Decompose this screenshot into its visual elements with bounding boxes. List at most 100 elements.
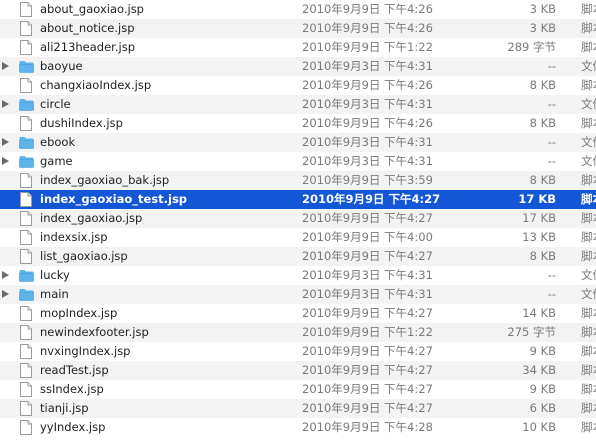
file-date: 2010年9月9日 下午4:26 [302,21,433,35]
file-date: 2010年9月9日 下午4:27 [302,306,433,320]
document-icon [19,116,33,131]
file-kind: 脚本 [581,306,596,320]
file-date: 2010年9月3日 下午4:31 [302,135,433,149]
file-name: about_gaoxiao.jsp [40,2,144,16]
disclosure-triangle-icon[interactable] [2,62,9,70]
document-icon [19,382,33,397]
document-icon [19,306,33,321]
document-icon [19,2,33,17]
folder-row[interactable]: circle 2010年9月3日 下午4:31 -- 文件 [0,95,596,114]
file-row[interactable]: readTest.jsp 2010年9月9日 下午4:27 34 KB 脚本 [0,361,596,380]
file-row[interactable]: changxiaoIndex.jsp 2010年9月9日 下午4:26 8 KB… [0,76,596,95]
file-kind: 脚本 [581,40,596,54]
file-name: lucky [40,268,70,282]
file-kind: 脚本 [581,116,596,130]
file-name: mopIndex.jsp [40,306,118,320]
file-size: 34 KB [522,363,556,377]
file-date: 2010年9月9日 下午4:27 [302,249,433,263]
file-size: 9 KB [529,344,556,358]
file-kind: 脚本 [581,401,596,415]
folder-icon [19,269,34,284]
file-size: 9 KB [529,382,556,396]
folder-row[interactable]: lucky 2010年9月3日 下午4:31 -- 文件 [0,266,596,285]
file-row[interactable]: newindexfooter.jsp 2010年9月9日 下午1:22 275 … [0,323,596,342]
file-kind: 脚本 [581,173,596,187]
file-name: index_gaoxiao.jsp [40,211,143,225]
disclosure-triangle-icon[interactable] [2,290,9,298]
file-size: -- [547,135,556,149]
file-list: about_gaoxiao.jsp 2010年9月9日 下午4:26 3 KB … [0,0,596,448]
document-icon [19,325,33,340]
file-row[interactable]: list_gaoxiao.jsp 2010年9月9日 下午4:27 8 KB 脚… [0,247,596,266]
file-size: 13 KB [522,230,556,244]
file-kind: 脚本 [581,192,596,206]
folder-row[interactable]: baoyue 2010年9月3日 下午4:31 -- 文件 [0,57,596,76]
file-date: 2010年9月9日 下午1:22 [302,325,433,339]
file-row[interactable]: tianji.jsp 2010年9月9日 下午4:27 6 KB 脚本 [0,399,596,418]
file-row[interactable]: index_gaoxiao_test.jsp 2010年9月9日 下午4:27 … [0,190,596,209]
file-row[interactable]: ali213header.jsp 2010年9月9日 下午1:22 289 字节… [0,38,596,57]
file-name: about_notice.jsp [40,21,135,35]
file-date: 2010年9月9日 下午4:27 [302,211,433,225]
file-date: 2010年9月3日 下午4:31 [302,97,433,111]
document-icon [19,78,33,93]
file-row[interactable]: dushiIndex.jsp 2010年9月9日 下午4:26 8 KB 脚本 [0,114,596,133]
file-date: 2010年9月9日 下午1:22 [302,40,433,54]
file-name: readTest.jsp [40,363,109,377]
file-size: 8 KB [529,116,556,130]
file-size: -- [547,287,556,301]
file-name: baoyue [40,59,83,73]
file-kind: 脚本 [581,249,596,263]
file-kind: 文件 [581,97,596,111]
file-kind: 脚本 [581,2,596,16]
file-name: circle [40,97,71,111]
file-row[interactable]: about_gaoxiao.jsp 2010年9月9日 下午4:26 3 KB … [0,0,596,19]
folder-row[interactable]: main 2010年9月3日 下午4:31 -- 文件 [0,285,596,304]
file-kind: 脚本 [581,382,596,396]
file-date: 2010年9月9日 下午4:26 [302,78,433,92]
file-size: 6 KB [529,401,556,415]
disclosure-triangle-icon[interactable] [2,271,9,279]
document-icon [19,344,33,359]
folder-row[interactable]: game 2010年9月3日 下午4:31 -- 文件 [0,152,596,171]
folder-icon [19,155,34,170]
file-size: -- [547,59,556,73]
file-kind: 文件 [581,268,596,282]
file-kind: 脚本 [581,78,596,92]
file-date: 2010年9月9日 下午4:00 [302,230,433,244]
document-icon [19,192,33,207]
file-row[interactable]: yyIndex.jsp 2010年9月9日 下午4:28 10 KB 脚本 [0,418,596,437]
file-row[interactable]: mopIndex.jsp 2010年9月9日 下午4:27 14 KB 脚本 [0,304,596,323]
file-name: nvxingIndex.jsp [40,344,131,358]
file-kind: 脚本 [581,420,596,434]
file-name: newindexfooter.jsp [40,325,149,339]
file-kind: 文件 [581,154,596,168]
file-row[interactable]: about_notice.jsp 2010年9月9日 下午4:26 3 KB 脚… [0,19,596,38]
file-size: -- [547,154,556,168]
file-row[interactable]: indexsix.jsp 2010年9月9日 下午4:00 13 KB 脚本 [0,228,596,247]
folder-icon [19,136,34,151]
disclosure-triangle-icon[interactable] [2,157,9,165]
file-size: 17 KB [522,211,556,225]
file-name: yyIndex.jsp [40,420,106,434]
file-date: 2010年9月9日 下午4:26 [302,2,433,16]
file-kind: 文件 [581,59,596,73]
file-size: 8 KB [529,173,556,187]
file-name: ssIndex.jsp [40,382,104,396]
file-size: 8 KB [529,249,556,263]
file-row[interactable]: index_gaoxiao.jsp 2010年9月9日 下午4:27 17 KB… [0,209,596,228]
file-kind: 脚本 [581,325,596,339]
file-date: 2010年9月9日 下午3:59 [302,173,433,187]
file-date: 2010年9月3日 下午4:31 [302,59,433,73]
file-name: ali213header.jsp [40,40,135,54]
disclosure-triangle-icon[interactable] [2,138,9,146]
folder-row[interactable]: ebook 2010年9月3日 下午4:31 -- 文件 [0,133,596,152]
file-name: main [40,287,69,301]
file-row[interactable]: nvxingIndex.jsp 2010年9月9日 下午4:27 9 KB 脚本 [0,342,596,361]
file-size: 3 KB [529,21,556,35]
disclosure-triangle-icon[interactable] [2,100,9,108]
file-row[interactable]: ssIndex.jsp 2010年9月9日 下午4:27 9 KB 脚本 [0,380,596,399]
file-kind: 脚本 [581,344,596,358]
file-row[interactable]: index_gaoxiao_bak.jsp 2010年9月9日 下午3:59 8… [0,171,596,190]
file-name: indexsix.jsp [40,230,108,244]
